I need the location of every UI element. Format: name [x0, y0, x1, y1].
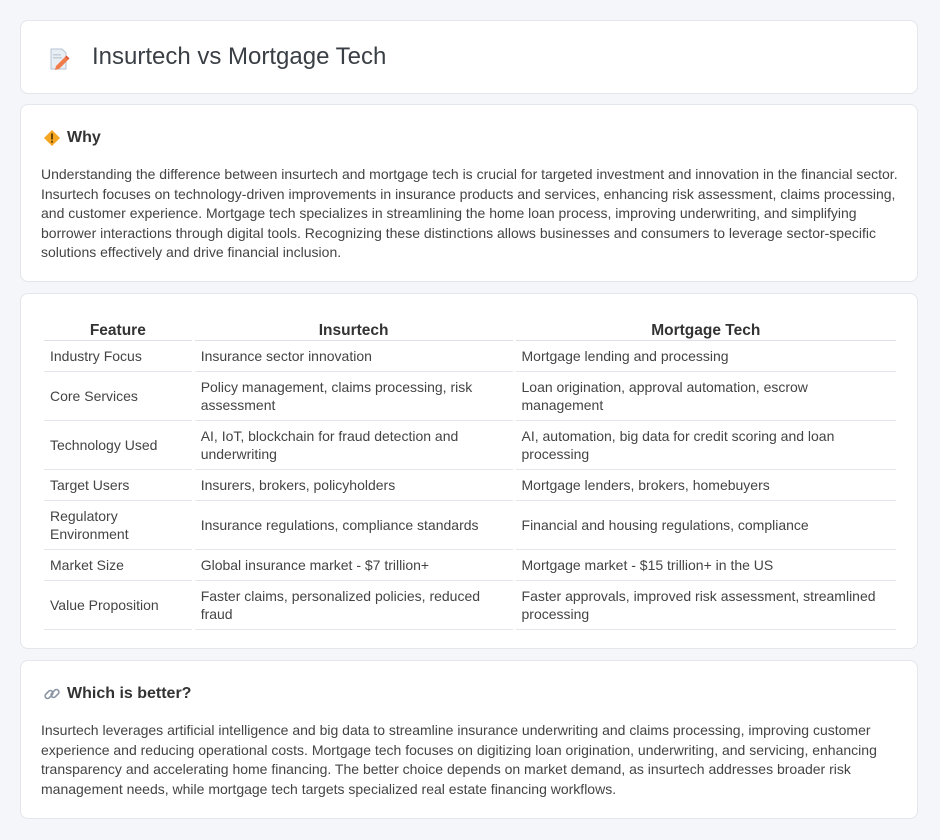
table-cell: Target Users [44, 470, 192, 501]
table-cell: Mortgage market - $15 trillion+ in the U… [515, 550, 896, 581]
table-cell: Loan origination, approval automation, e… [515, 372, 896, 421]
section-title: Why [67, 129, 101, 146]
table-cell: AI, automation, big data for credit scor… [515, 421, 896, 470]
table-cell: Global insurance market - $7 trillion+ [194, 550, 513, 581]
table-cell: Insurers, brokers, policyholders [194, 470, 513, 501]
table-cell: Industry Focus [44, 341, 192, 372]
table-cell: Faster claims, personalized policies, re… [194, 581, 513, 630]
column-header: Mortgage Tech [515, 314, 896, 341]
table-cell: Value Proposition [44, 581, 192, 630]
table-cell: Financial and housing regulations, compl… [515, 501, 896, 550]
comparison-table: Feature Insurtech Mortgage Tech Industry… [41, 314, 899, 630]
header-card: Insurtech vs Mortgage Tech [20, 20, 918, 94]
table-cell: Insurance sector innovation [194, 341, 513, 372]
table-row: Industry Focus Insurance sector innovati… [44, 341, 896, 372]
table-cell: Mortgage lenders, brokers, homebuyers [515, 470, 896, 501]
diamond-warning-icon [44, 130, 60, 146]
column-header: Feature [44, 314, 192, 341]
why-section: Why Understanding the difference between… [20, 104, 918, 282]
comparison-table-card: Feature Insurtech Mortgage Tech Industry… [20, 293, 918, 649]
table-header-row: Feature Insurtech Mortgage Tech [44, 314, 896, 341]
table-row: Value Proposition Faster claims, persona… [44, 581, 896, 630]
column-header: Insurtech [194, 314, 513, 341]
table-row: Core Services Policy management, claims … [44, 372, 896, 421]
table-row: Market Size Global insurance market - $7… [44, 550, 896, 581]
table-row: Technology Used AI, IoT, blockchain for … [44, 421, 896, 470]
table-row: Target Users Insurers, brokers, policyho… [44, 470, 896, 501]
link-icon [44, 688, 60, 700]
table-cell: Insurance regulations, compliance standa… [194, 501, 513, 550]
document-pencil-icon [50, 48, 70, 70]
table-cell: Mortgage lending and processing [515, 341, 896, 372]
page-title: Insurtech vs Mortgage Tech [92, 43, 387, 70]
table-cell: Core Services [44, 372, 192, 421]
table-cell: Policy management, claims processing, ri… [194, 372, 513, 421]
table-cell: Regulatory Environment [44, 501, 192, 550]
table-cell: Market Size [44, 550, 192, 581]
table-row: Regulatory Environment Insurance regulat… [44, 501, 896, 550]
section-text: Insurtech leverages artificial intellige… [41, 722, 877, 797]
section-title: Which is better? [67, 685, 192, 702]
table-cell: Faster approvals, improved risk assessme… [515, 581, 896, 630]
which-is-better-section: Which is better? Insurtech leverages art… [20, 660, 918, 819]
table-cell: AI, IoT, blockchain for fraud detection … [194, 421, 513, 470]
table-cell: Technology Used [44, 421, 192, 470]
section-text: Understanding the difference between ins… [41, 166, 898, 261]
